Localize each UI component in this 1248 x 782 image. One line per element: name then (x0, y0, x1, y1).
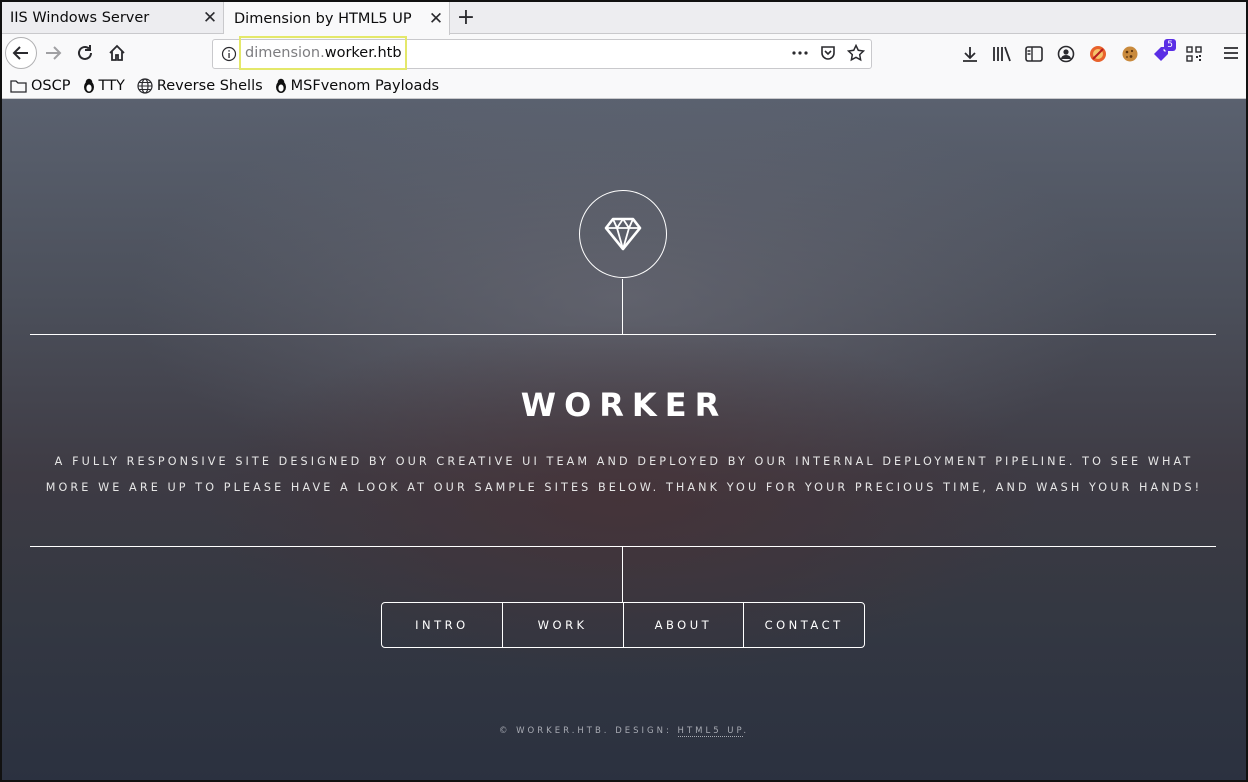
tab-dimension[interactable]: Dimension by HTML5 UP ✕ (224, 2, 450, 35)
cookie-icon (1122, 46, 1138, 62)
downloads-button[interactable] (954, 39, 986, 69)
extension-blocker-button[interactable] (1082, 39, 1114, 69)
url-host: worker.htb (324, 45, 402, 61)
bookmarks-bar: OSCP TTY Reverse Shells MSFvenom Payload… (2, 73, 1246, 99)
new-tab-button[interactable]: + (454, 5, 478, 30)
pocket-icon[interactable] (819, 44, 837, 62)
url-bar[interactable]: dimension.worker.htb (212, 36, 872, 70)
connector-line-top (622, 279, 623, 334)
account-button[interactable] (1050, 39, 1082, 69)
hamburger-menu-icon (1224, 47, 1238, 59)
bookmark-star-icon[interactable] (847, 44, 865, 62)
url-subdomain: dimension. (245, 45, 325, 61)
bookmark-label: Reverse Shells (156, 77, 263, 94)
bookmark-label: MSFvenom Payloads (290, 77, 440, 94)
folder-icon (10, 79, 27, 93)
connector-line-bottom (622, 547, 623, 602)
tab-close-icon[interactable]: ✕ (197, 8, 223, 28)
divider-top (30, 334, 1216, 335)
nav-bar: dimension.worker.htb 5 (2, 35, 1246, 73)
blocker-extension-icon (1090, 46, 1106, 62)
back-button[interactable] (5, 37, 37, 69)
site-description: A fully responsive site designed by our … (45, 455, 1203, 494)
cookie-extension-button[interactable] (1114, 39, 1146, 69)
tag-extension-button[interactable]: 5 (1146, 39, 1178, 69)
library-button[interactable] (986, 39, 1018, 69)
forward-button[interactable] (38, 38, 68, 68)
globe-icon (137, 77, 153, 94)
footer-design-link[interactable]: HTML5 UP (677, 726, 744, 737)
qr-code-icon (1186, 46, 1202, 62)
bookmark-tty[interactable]: TTY (83, 78, 125, 94)
qr-extension-button[interactable] (1178, 39, 1210, 69)
site-nav: INTRO WORK ABOUT CONTACT (381, 602, 865, 648)
nav-link-work[interactable]: WORK (503, 603, 624, 647)
bookmark-oscp[interactable]: OSCP (10, 78, 71, 94)
site-footer: © WORKER.HTB. DESIGN: HTML5 UP. (2, 726, 1246, 737)
menu-button[interactable] (1216, 38, 1246, 68)
url-text[interactable]: dimension.worker.htb (245, 45, 402, 61)
tab-close-icon[interactable]: ✕ (423, 9, 449, 29)
more-actions-icon[interactable] (791, 45, 809, 61)
site-logo (579, 190, 667, 278)
bookmark-label: OSCP (31, 77, 71, 94)
site-title: WORKER (520, 386, 728, 424)
reload-button[interactable] (70, 38, 100, 68)
tab-title: IIS Windows Server (10, 10, 150, 26)
tux-icon (275, 78, 286, 93)
nav-link-contact[interactable]: CONTACT (744, 603, 864, 647)
reload-icon (78, 45, 92, 60)
toolbar-icons: 5 (954, 38, 1210, 70)
home-button[interactable] (102, 38, 132, 68)
sidebar-button[interactable] (1018, 39, 1050, 69)
divider-bottom (30, 546, 1216, 547)
arrow-right-icon (46, 46, 62, 60)
nav-link-about[interactable]: ABOUT (624, 603, 745, 647)
nav-link-intro[interactable]: INTRO (382, 603, 503, 647)
tab-title: Dimension by HTML5 UP (234, 10, 412, 27)
arrow-left-icon (12, 46, 28, 60)
tux-icon (83, 78, 94, 93)
extension-badge: 5 (1164, 39, 1176, 51)
tab-strip: IIS Windows Server ✕ Dimension by HTML5 … (2, 2, 1246, 35)
bookmark-msfvenom-payloads[interactable]: MSFvenom Payloads (275, 78, 439, 94)
bookmark-label: TTY (98, 77, 125, 94)
diamond-icon (604, 217, 642, 251)
home-icon (109, 44, 125, 61)
info-icon[interactable] (221, 46, 237, 62)
account-icon (1057, 45, 1075, 63)
browser-window: IIS Windows Server ✕ Dimension by HTML5 … (0, 0, 1248, 782)
bookmark-reverse-shells[interactable]: Reverse Shells (137, 78, 263, 94)
url-actions (791, 44, 865, 62)
page-content: WORKER A fully responsive site designed … (2, 99, 1246, 780)
tab-iis-windows-server[interactable]: IIS Windows Server ✕ (2, 2, 224, 34)
footer-copyright: © WORKER.HTB. DESIGN: (498, 726, 678, 736)
library-icon (993, 46, 1011, 62)
sidebar-icon (1025, 46, 1043, 62)
download-icon (963, 47, 977, 62)
footer-period: . (743, 726, 750, 736)
